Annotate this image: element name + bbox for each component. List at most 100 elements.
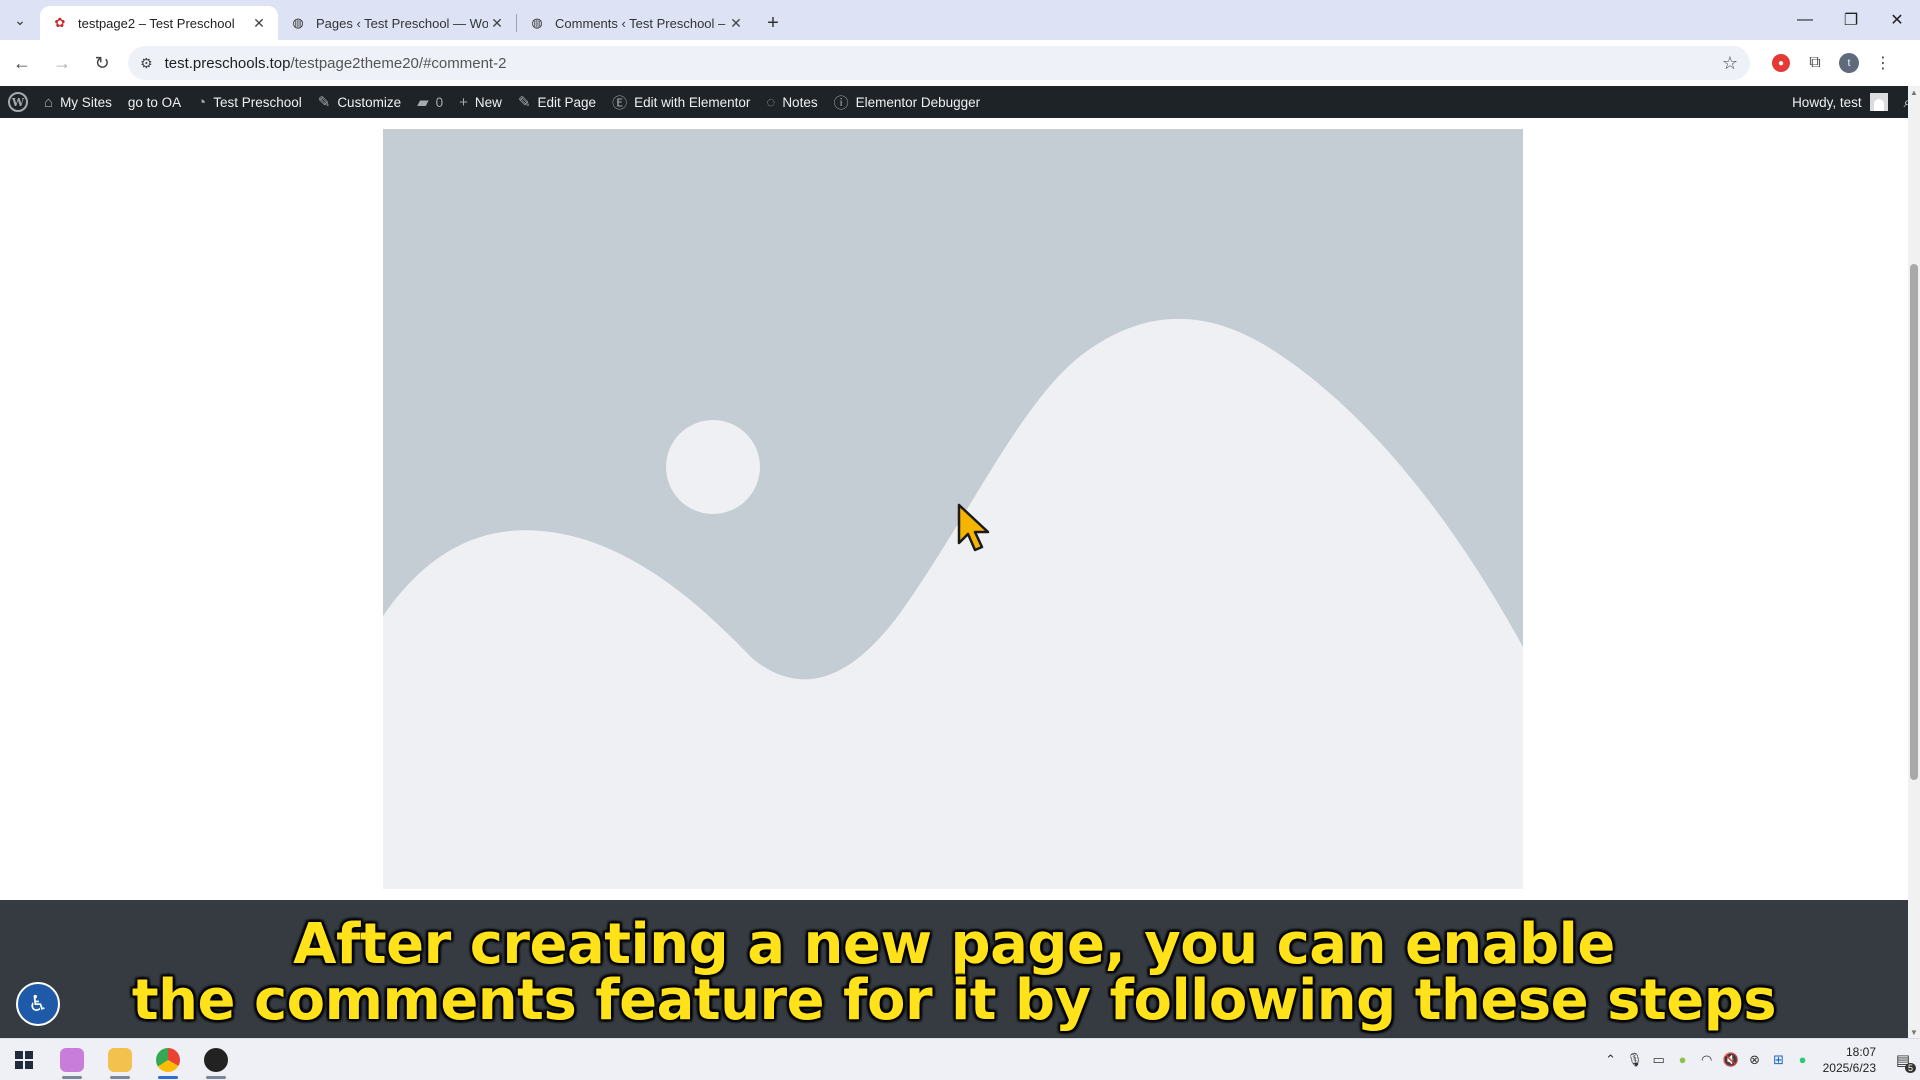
tab-testpage2[interactable]: ✿ testpage2 – Test Preschool ✕: [40, 6, 278, 40]
taskbar-chrome[interactable]: [144, 1039, 192, 1080]
url-text[interactable]: test.preschools.top/testpage2theme20/#co…: [165, 55, 1722, 72]
extension-button[interactable]: ●: [1764, 46, 1798, 80]
toolbar-right: ● ⧉ t ⋮: [1764, 46, 1900, 80]
cat-app-icon: [60, 1047, 84, 1072]
reload-icon: ↻: [94, 52, 110, 73]
network-icon[interactable]: ◠: [1695, 1048, 1719, 1072]
notification-count: 5: [1904, 1062, 1916, 1073]
admin-bar-my-sites[interactable]: ⌂ My Sites: [36, 86, 120, 118]
url-host: test.preschools.top: [164, 54, 291, 72]
address-bar[interactable]: ⚙ test.preschools.top/testpage2theme20/#…: [128, 46, 1750, 80]
admin-bar-edit-with-elementor[interactable]: Ⓔ Edit with Elementor: [604, 86, 758, 118]
restore-icon[interactable]: ❐: [1828, 0, 1874, 40]
start-button[interactable]: [0, 1039, 48, 1080]
admin-bar-elementor-debugger[interactable]: ⓘ Elementor Debugger: [826, 86, 989, 118]
windows-taskbar: ⌃ 🎙 ▭ ● ◠ 🔇 ⊗ ⊞ ● 18:07 2025/6/23 ▤ 5: [0, 1038, 1920, 1080]
blocked-icon[interactable]: ⊗: [1743, 1048, 1767, 1072]
browser-toolbar: ← → ↻ ⚙ test.preschools.top/testpage2the…: [0, 40, 1920, 86]
profile-button[interactable]: t: [1832, 46, 1866, 80]
volume-muted-icon[interactable]: 🔇: [1719, 1048, 1743, 1072]
minimize-icon[interactable]: —: [1782, 0, 1828, 40]
system-tray: ⌃ 🎙 ▭ ● ◠ 🔇 ⊗ ⊞ ● 18:07 2025/6/23 ▤ 5: [1599, 1039, 1920, 1080]
admin-bar-label: Elementor Debugger: [855, 94, 981, 110]
plus-icon: +: [459, 93, 468, 111]
caption-line-2: the comments feature for it by following…: [131, 968, 1777, 1033]
puzzle-icon: ⧉: [1809, 54, 1821, 71]
tab-title: Comments ‹ Test Preschool –: [555, 15, 726, 31]
accessibility-button[interactable]: ♿: [16, 982, 60, 1026]
admin-bar-comments[interactable]: ▰ 0: [409, 86, 451, 118]
scroll-up-icon[interactable]: ▲: [1908, 86, 1920, 98]
clock-time: 18:07: [1845, 1044, 1876, 1059]
admin-bar-go-to-oa[interactable]: go to OA: [120, 86, 189, 118]
new-tab-button[interactable]: +: [755, 6, 791, 40]
clock-date: 2025/6/23: [1822, 1060, 1876, 1075]
color-app-icon[interactable]: ●: [1671, 1048, 1695, 1072]
image-placeholder: [383, 129, 1523, 889]
running-indicator: [62, 1075, 82, 1079]
tab-title: Pages ‹ Test Preschool — Wo: [316, 15, 488, 31]
microphone-icon[interactable]: 🎙: [1623, 1048, 1647, 1072]
extensions-button[interactable]: ⧉: [1798, 46, 1832, 80]
site-info-icon[interactable]: ⚙: [140, 55, 153, 72]
chevron-up-icon[interactable]: ⌃: [1599, 1048, 1623, 1072]
info-icon: ⓘ: [833, 94, 849, 112]
admin-bar-notes[interactable]: ◌ Notes: [758, 86, 825, 118]
taskbar-clock[interactable]: 18:07 2025/6/23: [1815, 1044, 1886, 1076]
my-sites-icon: ⌂: [44, 93, 54, 111]
window-controls: — ❐ ✕: [1782, 0, 1920, 40]
input-method-icon[interactable]: ⊞: [1767, 1048, 1791, 1072]
profile-avatar-icon: t: [1839, 53, 1859, 73]
scroll-down-icon[interactable]: ▼: [1908, 1026, 1920, 1038]
howdy-text: Howdy, test: [1792, 94, 1862, 110]
comment-count: 0: [435, 94, 444, 110]
tab-pages[interactable]: ◍ Pages ‹ Test Preschool — Wo ✕: [278, 6, 516, 40]
plus-icon: +: [767, 11, 779, 34]
admin-bar-customize[interactable]: ✎ Customize: [310, 86, 409, 118]
avatar: [1869, 93, 1888, 111]
page-scrollbar[interactable]: ▲ ▼: [1908, 86, 1920, 1038]
mouse-cursor-icon: [957, 503, 990, 552]
globe-icon: ◍: [531, 15, 543, 30]
taskbar-recorder[interactable]: [192, 1039, 240, 1080]
wp-logo-button[interactable]: W: [0, 86, 36, 118]
reload-button[interactable]: ↻: [84, 45, 120, 81]
wechat-icon[interactable]: ●: [1791, 1048, 1815, 1072]
pencil-icon: ✎: [517, 94, 531, 111]
bookmark-star-icon[interactable]: ☆: [1722, 53, 1738, 74]
arrow-left-icon: ←: [13, 52, 31, 73]
site-favicon-icon: ✿: [54, 15, 66, 30]
menu-button[interactable]: ⋮: [1866, 46, 1900, 80]
forward-button[interactable]: →: [44, 45, 80, 81]
admin-bar-label: New: [474, 94, 502, 110]
battery-icon[interactable]: ▭: [1647, 1048, 1671, 1072]
comment-icon: ▰: [417, 94, 429, 111]
tab-comments[interactable]: ◍ Comments ‹ Test Preschool – ✕: [517, 6, 755, 40]
subtitle-caption: After creating a new page, you can enabl…: [0, 900, 1908, 1038]
admin-bar-label: Customize: [337, 94, 402, 110]
folder-icon: [108, 1047, 132, 1072]
notification-center-button[interactable]: ▤ 5: [1886, 1043, 1920, 1077]
running-indicator: [206, 1075, 226, 1079]
admin-bar-edit-page[interactable]: ✎ Edit Page: [510, 86, 604, 118]
close-window-icon[interactable]: ✕: [1874, 0, 1920, 40]
notes-icon: ◌: [766, 93, 776, 111]
scrollbar-thumb[interactable]: [1910, 264, 1918, 780]
brush-icon: ✎: [317, 94, 331, 111]
tab-search-button[interactable]: ⌄: [0, 0, 40, 40]
extension-red-icon: ●: [1772, 54, 1790, 72]
close-tab-icon[interactable]: ✕: [250, 14, 268, 32]
globe-icon: ◍: [292, 15, 304, 30]
admin-bar-account[interactable]: Howdy, test: [1784, 86, 1896, 118]
taskbar-app-1[interactable]: [48, 1039, 96, 1080]
admin-bar-label: My Sites: [60, 94, 112, 110]
recorder-icon: [204, 1047, 228, 1072]
kebab-menu-icon: ⋮: [1875, 55, 1891, 72]
close-tab-icon[interactable]: ✕: [727, 14, 745, 32]
admin-bar-label: Edit with Elementor: [634, 94, 751, 110]
taskbar-file-explorer[interactable]: [96, 1039, 144, 1080]
admin-bar-site-name[interactable]: ◔ Test Preschool: [189, 86, 310, 118]
admin-bar-new[interactable]: + New: [451, 86, 510, 118]
close-tab-icon[interactable]: ✕: [488, 14, 506, 32]
back-button[interactable]: ←: [4, 45, 40, 81]
